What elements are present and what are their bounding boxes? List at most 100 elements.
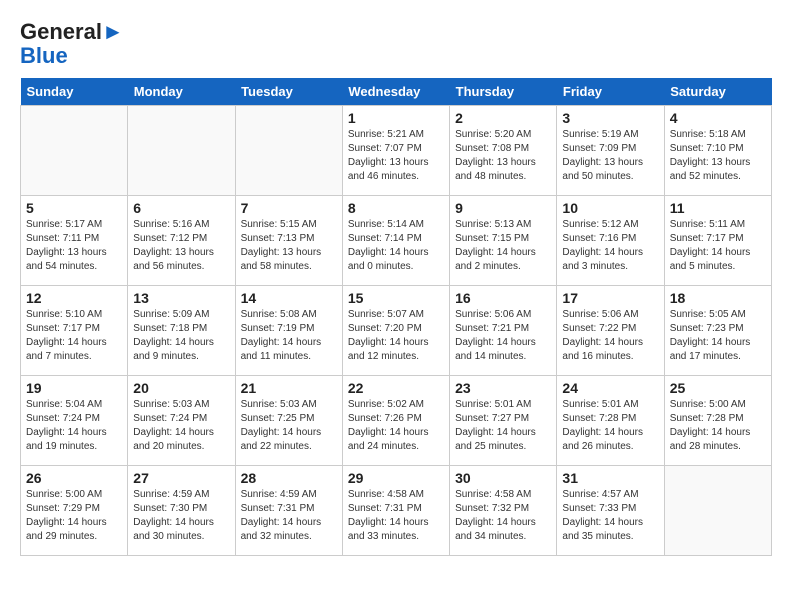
calendar-cell: 18 Sunrise: 5:05 AM Sunset: 7:23 PM Dayli… <box>664 286 771 376</box>
day-number: 12 <box>26 290 122 306</box>
day-info: Sunrise: 5:09 AM Sunset: 7:18 PM Dayligh… <box>133 308 229 364</box>
calendar-cell: 21Sunrise: 5:03 AM Sunset: 7:25 PM Dayli… <box>235 376 342 466</box>
day-number: 18 <box>670 290 766 306</box>
calendar-cell: 11 Sunrise: 5:11 AM Sunset: 7:17 PM Dayli… <box>664 196 771 286</box>
day-number: 6 <box>133 200 229 216</box>
calendar-cell: 23 Sunrise: 5:01 AM Sunset: 7:27 PM Dayli… <box>450 376 557 466</box>
calendar-cell: 8Sunrise: 5:14 AM Sunset: 7:14 PM Daylig… <box>342 196 449 286</box>
calendar-cell: 14 Sunrise: 5:08 AM Sunset: 7:19 PM Dayli… <box>235 286 342 376</box>
calendar-cell: 1 Sunrise: 5:21 AM Sunset: 7:07 PM Daylig… <box>342 106 449 196</box>
day-number: 22 <box>348 380 444 396</box>
day-number: 15 <box>348 290 444 306</box>
day-info: Sunrise: 5:05 AM Sunset: 7:23 PM Dayligh… <box>670 308 766 364</box>
calendar-table: SundayMondayTuesdayWednesdayThursdayFrid… <box>20 78 772 556</box>
day-number: 1 <box>348 110 444 126</box>
weekday-header: Wednesday <box>342 78 449 106</box>
day-number: 17 <box>562 290 658 306</box>
logo-text: General► <box>20 20 124 44</box>
day-number: 26 <box>26 470 122 486</box>
calendar-cell: 6 Sunrise: 5:16 AM Sunset: 7:12 PM Daylig… <box>128 196 235 286</box>
calendar-cell: 16 Sunrise: 5:06 AM Sunset: 7:21 PM Dayli… <box>450 286 557 376</box>
day-number: 14 <box>241 290 337 306</box>
calendar-body: 1 Sunrise: 5:21 AM Sunset: 7:07 PM Daylig… <box>21 106 772 556</box>
day-info: Sunrise: 5:07 AM Sunset: 7:20 PM Dayligh… <box>348 308 444 364</box>
day-info: Sunrise: 5:16 AM Sunset: 7:12 PM Dayligh… <box>133 218 229 274</box>
day-info: Sunrise: 5:06 AM Sunset: 7:21 PM Dayligh… <box>455 308 551 364</box>
day-number: 24 <box>562 380 658 396</box>
day-info: Sunrise: 5:20 AM Sunset: 7:08 PM Dayligh… <box>455 128 551 184</box>
logo-text-blue: Blue <box>20 44 124 68</box>
day-info: Sunrise: 4:58 AM Sunset: 7:32 PM Dayligh… <box>455 488 551 544</box>
calendar-cell: 10Sunrise: 5:12 AM Sunset: 7:16 PM Dayli… <box>557 196 664 286</box>
day-info: Sunrise: 5:03 AM Sunset: 7:24 PM Dayligh… <box>133 398 229 454</box>
weekday-header: Saturday <box>664 78 771 106</box>
day-number: 20 <box>133 380 229 396</box>
calendar-cell <box>21 106 128 196</box>
day-number: 19 <box>26 380 122 396</box>
logo: General► Blue <box>20 20 124 68</box>
calendar-cell <box>235 106 342 196</box>
weekday-header: Monday <box>128 78 235 106</box>
day-number: 5 <box>26 200 122 216</box>
day-number: 16 <box>455 290 551 306</box>
calendar-cell: 17 Sunrise: 5:06 AM Sunset: 7:22 PM Dayli… <box>557 286 664 376</box>
calendar-cell: 26 Sunrise: 5:00 AM Sunset: 7:29 PM Dayli… <box>21 466 128 556</box>
calendar-cell: 29 Sunrise: 4:58 AM Sunset: 7:31 PM Dayli… <box>342 466 449 556</box>
calendar-cell <box>128 106 235 196</box>
weekday-header: Tuesday <box>235 78 342 106</box>
day-info: Sunrise: 5:01 AM Sunset: 7:27 PM Dayligh… <box>455 398 551 454</box>
day-number: 28 <box>241 470 337 486</box>
calendar-cell: 5 Sunrise: 5:17 AM Sunset: 7:11 PM Daylig… <box>21 196 128 286</box>
day-number: 30 <box>455 470 551 486</box>
day-info: Sunrise: 5:12 AM Sunset: 7:16 PM Dayligh… <box>562 218 658 274</box>
calendar-cell: 9 Sunrise: 5:13 AM Sunset: 7:15 PM Daylig… <box>450 196 557 286</box>
calendar-cell: 20 Sunrise: 5:03 AM Sunset: 7:24 PM Dayli… <box>128 376 235 466</box>
day-number: 29 <box>348 470 444 486</box>
calendar-header-row: SundayMondayTuesdayWednesdayThursdayFrid… <box>21 78 772 106</box>
calendar-week-row: 12 Sunrise: 5:10 AM Sunset: 7:17 PM Dayli… <box>21 286 772 376</box>
day-info: Sunrise: 4:59 AM Sunset: 7:30 PM Dayligh… <box>133 488 229 544</box>
calendar-week-row: 19Sunrise: 5:04 AM Sunset: 7:24 PM Dayli… <box>21 376 772 466</box>
day-info: Sunrise: 5:21 AM Sunset: 7:07 PM Dayligh… <box>348 128 444 184</box>
day-info: Sunrise: 4:59 AM Sunset: 7:31 PM Dayligh… <box>241 488 337 544</box>
day-number: 9 <box>455 200 551 216</box>
day-info: Sunrise: 5:00 AM Sunset: 7:28 PM Dayligh… <box>670 398 766 454</box>
day-info: Sunrise: 5:08 AM Sunset: 7:19 PM Dayligh… <box>241 308 337 364</box>
calendar-cell: 3Sunrise: 5:19 AM Sunset: 7:09 PM Daylig… <box>557 106 664 196</box>
calendar-cell: 24 Sunrise: 5:01 AM Sunset: 7:28 PM Dayli… <box>557 376 664 466</box>
calendar-cell: 13 Sunrise: 5:09 AM Sunset: 7:18 PM Dayli… <box>128 286 235 376</box>
calendar-week-row: 26 Sunrise: 5:00 AM Sunset: 7:29 PM Dayli… <box>21 466 772 556</box>
day-info: Sunrise: 5:03 AM Sunset: 7:25 PM Dayligh… <box>241 398 337 454</box>
calendar-week-row: 5 Sunrise: 5:17 AM Sunset: 7:11 PM Daylig… <box>21 196 772 286</box>
day-number: 31 <box>562 470 658 486</box>
calendar-cell <box>664 466 771 556</box>
day-number: 2 <box>455 110 551 126</box>
calendar-cell: 7Sunrise: 5:15 AM Sunset: 7:13 PM Daylig… <box>235 196 342 286</box>
day-info: Sunrise: 5:00 AM Sunset: 7:29 PM Dayligh… <box>26 488 122 544</box>
day-info: Sunrise: 4:57 AM Sunset: 7:33 PM Dayligh… <box>562 488 658 544</box>
calendar-cell: 19Sunrise: 5:04 AM Sunset: 7:24 PM Dayli… <box>21 376 128 466</box>
day-info: Sunrise: 5:10 AM Sunset: 7:17 PM Dayligh… <box>26 308 122 364</box>
day-number: 13 <box>133 290 229 306</box>
calendar-cell: 25Sunrise: 5:00 AM Sunset: 7:28 PM Dayli… <box>664 376 771 466</box>
day-info: Sunrise: 5:06 AM Sunset: 7:22 PM Dayligh… <box>562 308 658 364</box>
calendar-cell: 28 Sunrise: 4:59 AM Sunset: 7:31 PM Dayli… <box>235 466 342 556</box>
day-info: Sunrise: 5:13 AM Sunset: 7:15 PM Dayligh… <box>455 218 551 274</box>
day-info: Sunrise: 5:11 AM Sunset: 7:17 PM Dayligh… <box>670 218 766 274</box>
day-info: Sunrise: 5:01 AM Sunset: 7:28 PM Dayligh… <box>562 398 658 454</box>
day-number: 11 <box>670 200 766 216</box>
day-info: Sunrise: 5:18 AM Sunset: 7:10 PM Dayligh… <box>670 128 766 184</box>
calendar-cell: 27 Sunrise: 4:59 AM Sunset: 7:30 PM Dayli… <box>128 466 235 556</box>
day-info: Sunrise: 5:17 AM Sunset: 7:11 PM Dayligh… <box>26 218 122 274</box>
day-info: Sunrise: 4:58 AM Sunset: 7:31 PM Dayligh… <box>348 488 444 544</box>
day-number: 4 <box>670 110 766 126</box>
day-number: 23 <box>455 380 551 396</box>
day-number: 27 <box>133 470 229 486</box>
calendar-cell: 22Sunrise: 5:02 AM Sunset: 7:26 PM Dayli… <box>342 376 449 466</box>
weekday-header: Thursday <box>450 78 557 106</box>
day-info: Sunrise: 5:15 AM Sunset: 7:13 PM Dayligh… <box>241 218 337 274</box>
page-header: General► Blue <box>20 20 772 68</box>
calendar-cell: 12 Sunrise: 5:10 AM Sunset: 7:17 PM Dayli… <box>21 286 128 376</box>
calendar-cell: 30 Sunrise: 4:58 AM Sunset: 7:32 PM Dayli… <box>450 466 557 556</box>
weekday-header: Sunday <box>21 78 128 106</box>
